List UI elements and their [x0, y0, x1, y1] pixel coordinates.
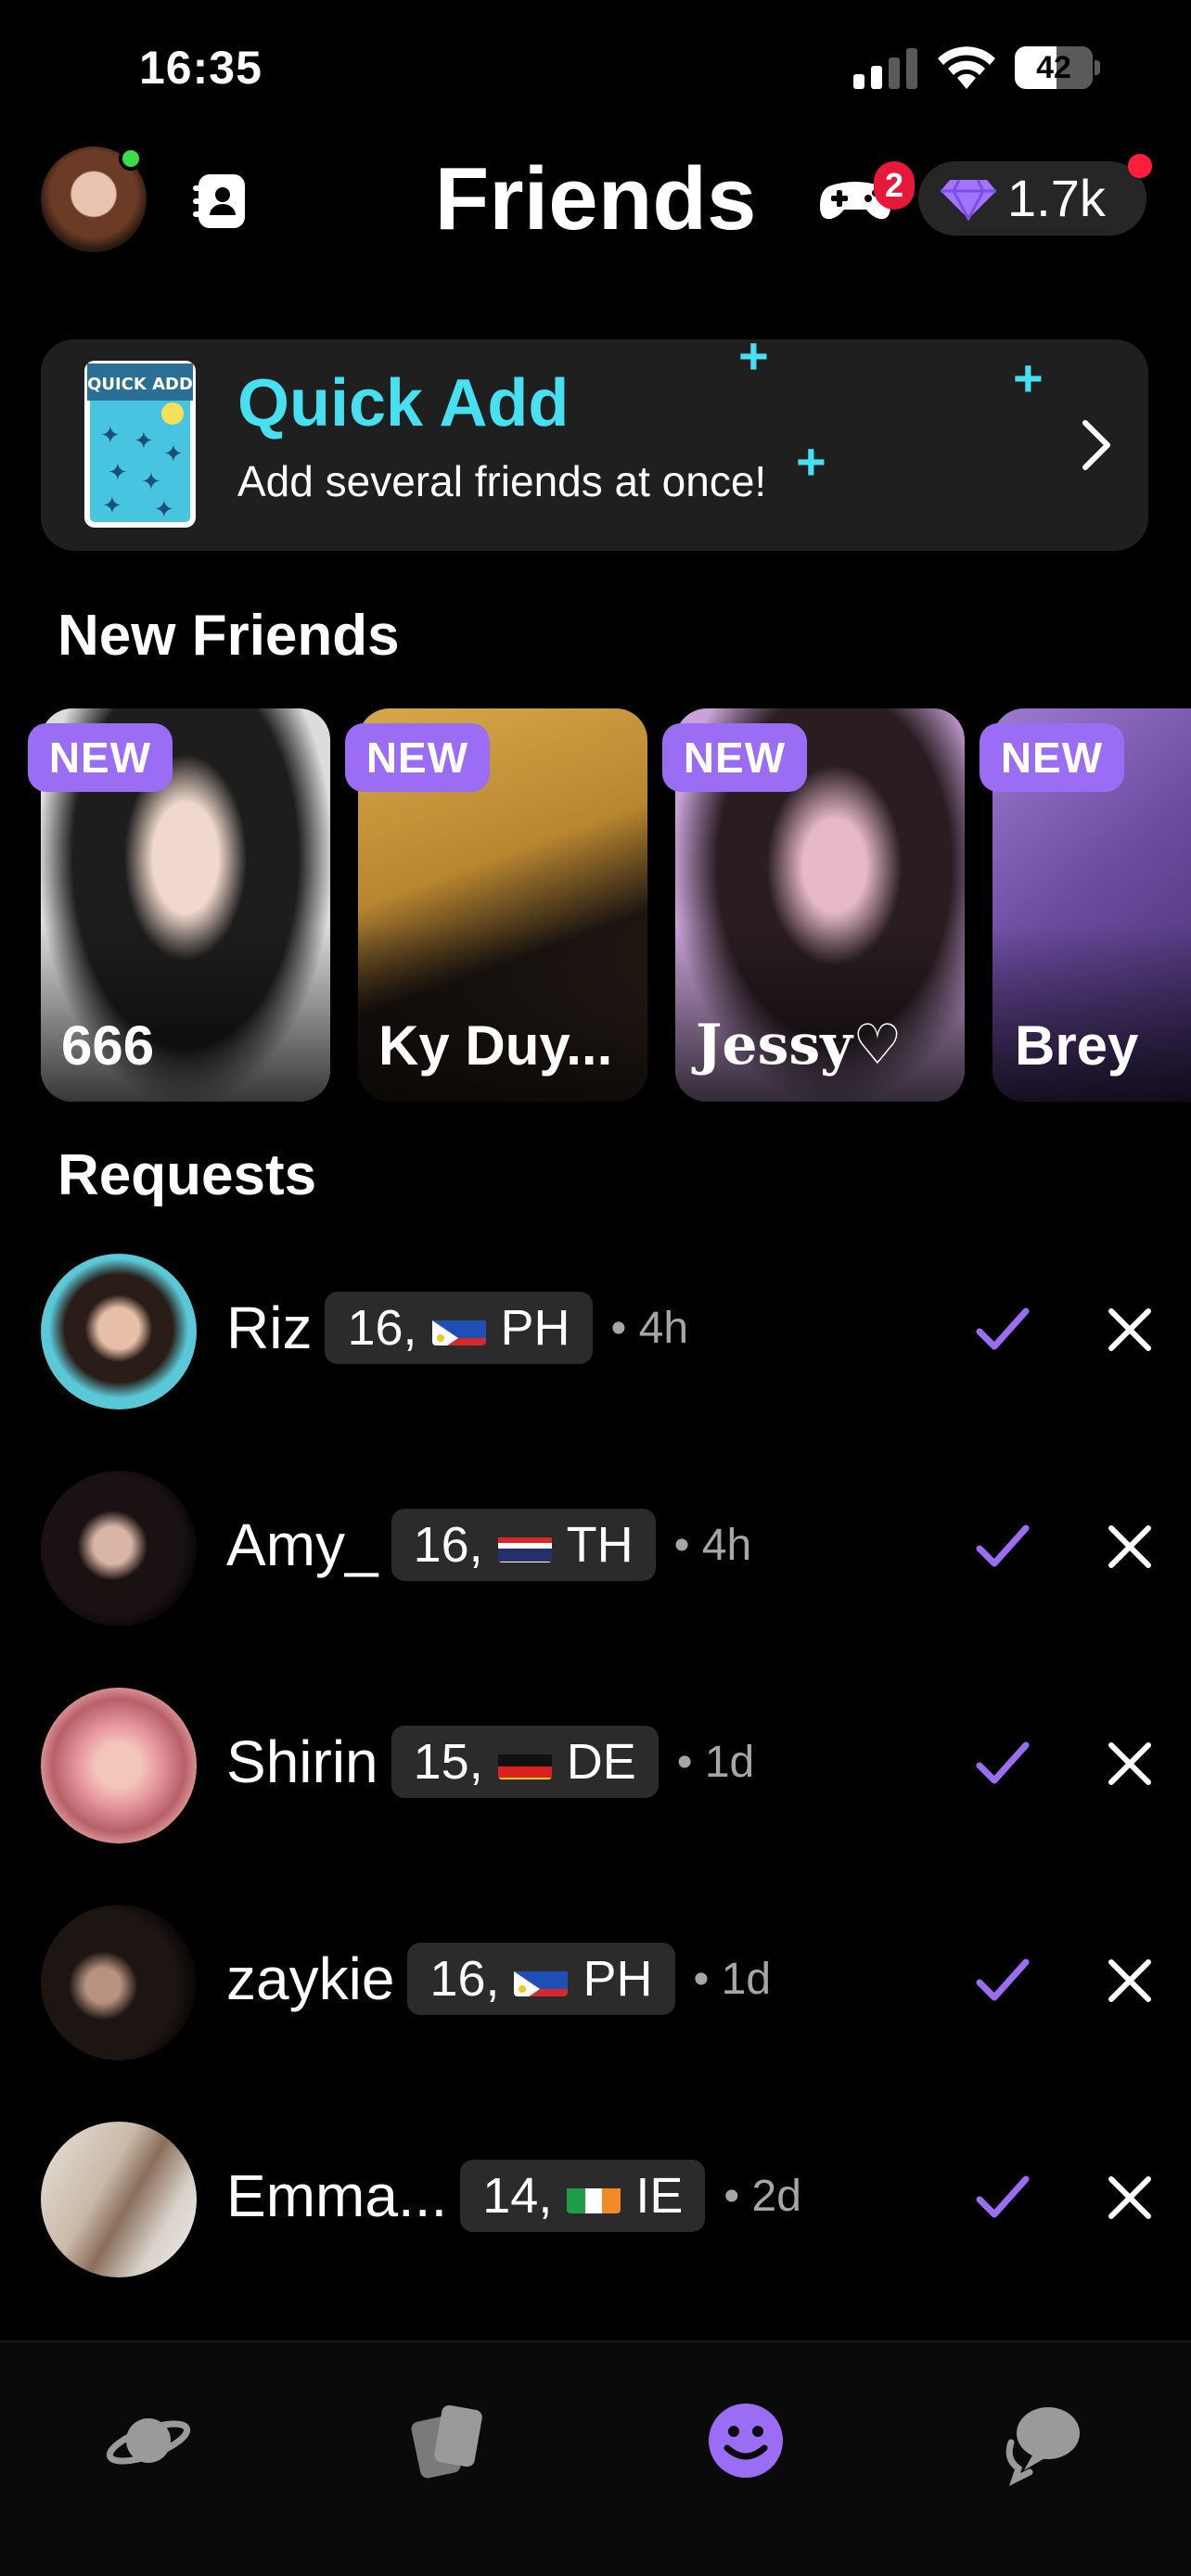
- age-country-chip: 15, DE: [391, 1726, 659, 1798]
- decline-close-icon[interactable]: [1106, 1523, 1154, 1571]
- quick-add-box-label: QUICK ADD: [87, 375, 193, 394]
- flag-ph-icon: [431, 1310, 486, 1345]
- chevron-right-icon: [1082, 420, 1110, 470]
- decline-close-icon[interactable]: [1106, 1740, 1154, 1788]
- request-name[interactable]: Riz: [226, 1294, 312, 1362]
- sparkle-icon: +: [796, 432, 826, 491]
- request-age: 14,: [482, 2168, 553, 2224]
- age-country-chip: 14, IE: [460, 2160, 706, 2232]
- request-age: 15,: [413, 1734, 483, 1790]
- new-friends-heading: New Friends: [58, 604, 400, 668]
- svg-text:✦: ✦: [134, 427, 154, 455]
- new-friend-name: Brey: [1015, 1014, 1139, 1077]
- new-friend-name: 666: [61, 1014, 155, 1077]
- request-age: 16,: [429, 1951, 500, 2007]
- svg-text:✦: ✦: [102, 492, 122, 520]
- planet-icon[interactable]: [102, 2394, 195, 2487]
- request-row: Riz 16, PH • 4h: [0, 1254, 1191, 1417]
- request-avatar[interactable]: [41, 1905, 197, 2060]
- svg-text:✦: ✦: [163, 440, 184, 468]
- new-badge: NEW: [345, 723, 490, 792]
- request-row: Emma... 14, IE • 2d: [0, 2122, 1191, 2285]
- requests-heading: Requests: [58, 1143, 317, 1207]
- svg-text:✦: ✦: [141, 468, 161, 496]
- battery-icon: 42: [1015, 46, 1100, 89]
- svg-text:✦: ✦: [108, 459, 128, 487]
- request-name[interactable]: Emma...: [226, 2162, 447, 2230]
- request-avatar[interactable]: [41, 2122, 197, 2277]
- gems-button[interactable]: 1.7k: [918, 161, 1146, 236]
- new-badge: NEW: [28, 723, 173, 792]
- decline-close-icon[interactable]: [1106, 1957, 1154, 2005]
- request-name[interactable]: Shirin: [226, 1728, 378, 1796]
- request-name[interactable]: Amy_: [226, 1511, 378, 1579]
- game-notification-badge: 2: [874, 161, 915, 210]
- request-country: PH: [500, 1300, 570, 1356]
- request-avatar[interactable]: [41, 1254, 197, 1409]
- chat-icon[interactable]: [996, 2394, 1089, 2487]
- request-row: Amy_ 16, TH • 4h: [0, 1471, 1191, 1634]
- svg-text:✦: ✦: [154, 496, 174, 524]
- request-age: 16,: [413, 1517, 483, 1573]
- request-country: PH: [583, 1951, 653, 2007]
- accept-check-icon[interactable]: [972, 1734, 1031, 1793]
- cellular-signal-icon: [853, 48, 917, 89]
- gems-count: 1.7k: [1007, 169, 1106, 227]
- quick-add-card[interactable]: QUICK ADD ✦ ✦ ✦ ✦ ✦ ✦ ✦ Quick Add Add se…: [41, 339, 1148, 551]
- sparkle-icon: +: [738, 339, 769, 385]
- accept-check-icon[interactable]: [972, 1951, 1031, 2010]
- status-time: 16:35: [139, 42, 263, 94]
- decline-close-icon[interactable]: [1106, 1306, 1154, 1354]
- quick-add-box-icon: QUICK ADD ✦ ✦ ✦ ✦ ✦ ✦ ✦: [84, 361, 196, 528]
- decline-close-icon[interactable]: [1106, 2174, 1154, 2222]
- request-country: TH: [566, 1517, 634, 1573]
- accept-check-icon[interactable]: [972, 1517, 1031, 1576]
- request-row: Shirin 15, DE • 1d: [0, 1688, 1191, 1851]
- new-badge: NEW: [980, 723, 1124, 792]
- new-friend-name: Jessy♡: [696, 1013, 903, 1078]
- request-time: • 2d: [724, 2171, 801, 2221]
- request-row: zaykie 16, PH • 1d: [0, 1905, 1191, 2068]
- request-time: • 4h: [673, 1520, 752, 1570]
- battery-level: 42: [1036, 50, 1071, 85]
- new-badge: NEW: [662, 723, 807, 792]
- new-friend-name: Ky Duy...: [378, 1014, 613, 1077]
- age-country-chip: 16, TH: [391, 1509, 656, 1581]
- status-bar: 16:35 42: [0, 0, 1191, 139]
- sparkle-icon: +: [1013, 349, 1044, 407]
- accept-check-icon[interactable]: [972, 1300, 1031, 1359]
- request-age: 16,: [347, 1300, 417, 1356]
- request-name[interactable]: zaykie: [226, 1945, 394, 2013]
- wifi-icon: [938, 46, 995, 89]
- quick-add-title: Quick Add: [237, 366, 570, 440]
- quick-add-subtitle: Add several friends at once!: [237, 457, 767, 505]
- flag-ie-icon: [567, 2178, 621, 2213]
- request-country: IE: [635, 2168, 684, 2224]
- request-avatar[interactable]: [41, 1471, 197, 1626]
- header: Friends 2 1.7k: [0, 139, 1191, 260]
- flag-ph-icon: [514, 1961, 569, 1996]
- svg-text:✦: ✦: [100, 422, 121, 450]
- gems-notification-dot: [1128, 154, 1152, 178]
- smiley-icon[interactable]: [699, 2394, 792, 2487]
- request-time: • 1d: [676, 1737, 755, 1787]
- request-time: • 1d: [693, 1954, 772, 2004]
- flag-de-icon: [497, 1744, 552, 1779]
- age-country-chip: 16, PH: [325, 1292, 593, 1364]
- flag-th-icon: [497, 1527, 552, 1562]
- age-country-chip: 16, PH: [407, 1943, 675, 2015]
- request-time: • 4h: [610, 1303, 689, 1353]
- request-country: DE: [566, 1734, 636, 1790]
- accept-check-icon[interactable]: [972, 2168, 1031, 2227]
- tab-bar: [0, 2340, 1191, 2576]
- gem-icon: [941, 179, 996, 221]
- cards-icon[interactable]: [401, 2394, 493, 2487]
- request-avatar[interactable]: [41, 1688, 197, 1843]
